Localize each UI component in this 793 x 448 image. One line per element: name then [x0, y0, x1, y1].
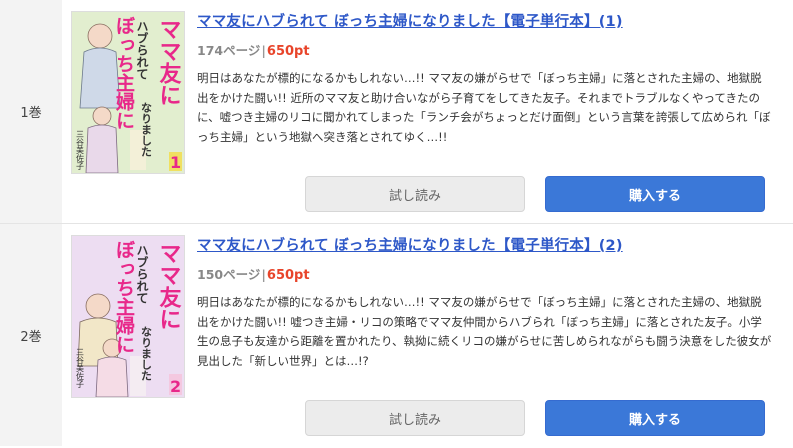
- cover-title-3: ぼっち主婦に: [113, 240, 136, 354]
- volume-number: 2巻: [0, 224, 62, 446]
- buy-button[interactable]: 購入する: [545, 176, 765, 212]
- cover-title-4: なりました: [140, 102, 153, 157]
- volume-meta: 150ページ|650pt: [197, 264, 775, 283]
- page-count: 150ページ: [197, 267, 261, 282]
- meta-separator: |: [261, 43, 266, 58]
- cover-art: ママ友に ハブられて ぼっち主婦に なりました 三谷美佐子 2: [72, 236, 184, 397]
- page-count: 174ページ: [197, 43, 261, 58]
- price: 650pt: [266, 268, 310, 283]
- meta-separator: |: [261, 267, 266, 282]
- price: 650pt: [266, 44, 310, 59]
- cover-author: 三谷美佐子: [76, 348, 85, 388]
- volume-description: 明日はあなたが標的になるかもしれない…!! ママ友の嫌がらせで「ぼっち主婦」に落…: [197, 295, 772, 368]
- cover-volume-number: 2: [170, 377, 181, 396]
- volume-info: ママ友にハブられて ぼっち主婦になりました【電子単行本】(1) 174ページ|6…: [197, 0, 775, 147]
- buy-button[interactable]: 購入する: [545, 400, 765, 436]
- volume-number: 1巻: [0, 0, 62, 223]
- volume-info: ママ友にハブられて ぼっち主婦になりました【電子単行本】(2) 150ページ|6…: [197, 224, 775, 371]
- volume-description: 明日はあなたが標的になるかもしれない…!! ママ友の嫌がらせで「ぼっち主婦」に落…: [197, 71, 771, 144]
- volume-title-link[interactable]: ママ友にハブられて ぼっち主婦になりました【電子単行本】(1): [197, 10, 775, 31]
- cover-title-4: なりました: [140, 326, 153, 381]
- cover-art: ママ友に ハブられて ぼっち主婦に なりました 三谷美佐子 1: [72, 12, 184, 173]
- sample-read-button[interactable]: 試し読み: [305, 400, 525, 436]
- volume-row: 1巻 ママ友に ハブられて ぼっち主婦に なりました 三谷美佐子 1 ママ友にハ…: [0, 0, 793, 223]
- cover-title-1: ママ友に: [156, 242, 182, 330]
- cover-title-1: ママ友に: [156, 18, 182, 106]
- cover-title-3: ぼっち主婦に: [113, 16, 136, 130]
- sample-read-button[interactable]: 試し読み: [305, 176, 525, 212]
- volume-list: 1巻 ママ友に ハブられて ぼっち主婦に なりました 三谷美佐子 1 ママ友にハ…: [0, 0, 793, 446]
- volume-meta: 174ページ|650pt: [197, 40, 775, 59]
- cover-volume-number: 1: [170, 153, 181, 172]
- cover-title-2: ハブられて: [135, 20, 149, 80]
- cover-title-2: ハブられて: [135, 244, 149, 304]
- cover-author: 三谷美佐子: [76, 130, 85, 170]
- cover-image[interactable]: ママ友に ハブられて ぼっち主婦に なりました 三谷美佐子 2: [72, 236, 184, 397]
- volume-row: 2巻 ママ友に ハブられて ぼっち主婦に なりました 三谷美佐子 2 ママ友にハ…: [0, 223, 793, 446]
- cover-image[interactable]: ママ友に ハブられて ぼっち主婦に なりました 三谷美佐子 1: [72, 12, 184, 173]
- volume-title-link[interactable]: ママ友にハブられて ぼっち主婦になりました【電子単行本】(2): [197, 234, 775, 255]
